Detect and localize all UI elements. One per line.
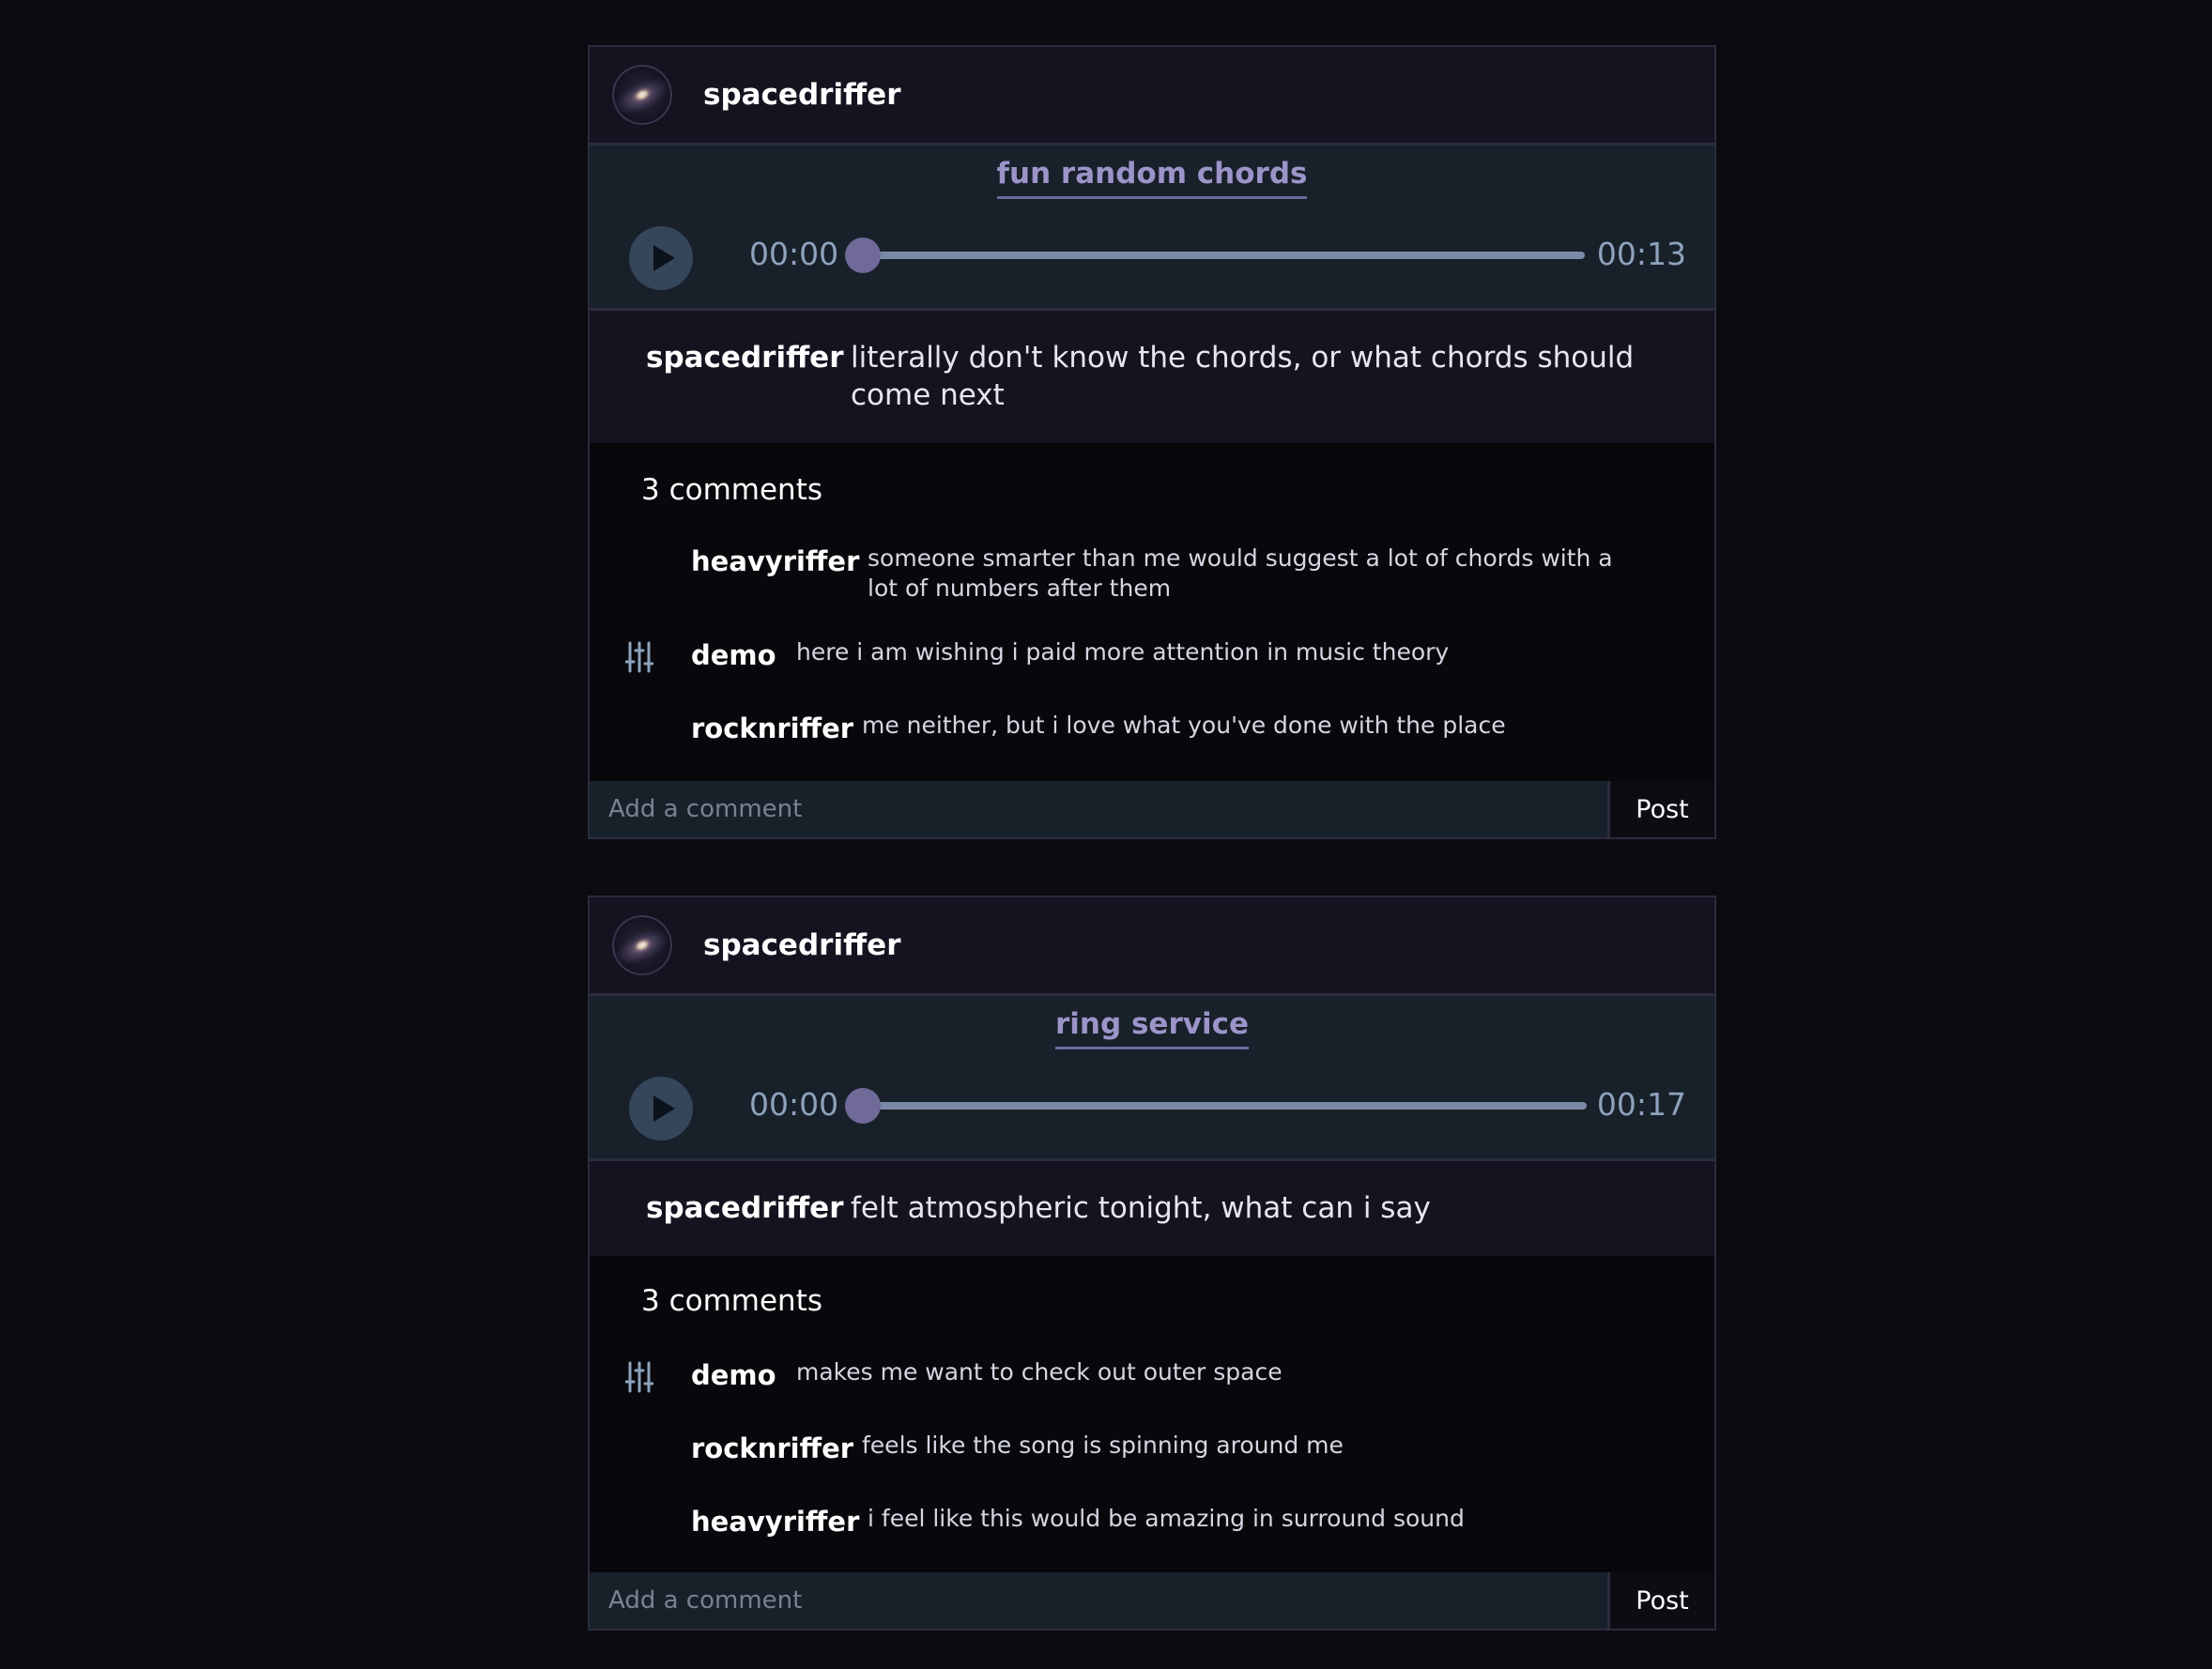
post-header: spacedriffer [590,897,1714,996]
post-comment-button[interactable]: Post [1607,1572,1714,1629]
track-title: fun random chords [590,157,1714,199]
seek-bar[interactable] [858,252,1585,259]
comment-text: someone smarter than me would suggest a … [868,544,1613,602]
audio-player: ring service 00:00 00:17 [590,996,1714,1161]
caption-text: literally don't know the chords, or what… [851,341,1635,412]
caption-user[interactable]: spacedriffer [646,339,851,376]
comment-text: me neither, but i love what you've done … [862,712,1506,739]
comment-user[interactable]: rocknriffer [691,712,853,744]
comment-user[interactable]: heavyriffer [691,1506,859,1538]
post-caption: spacedriffer literally don't know the ch… [590,311,1714,443]
caption-text: felt atmospheric tonight, what can i say [851,1191,1431,1225]
play-button[interactable] [629,1077,693,1141]
seek-bar[interactable] [858,1102,1587,1110]
comment-user[interactable]: demo [691,639,776,671]
track-title-text: ring service [1055,1007,1249,1049]
post-caption: spacedriffer felt atmospheric tonight, w… [590,1161,1714,1256]
comments-section: 3 comments heavyriffer someone smarter t… [590,443,1714,781]
mixer-sliders-icon [625,1361,653,1393]
comment-user[interactable]: demo [691,1359,776,1391]
play-button[interactable] [629,226,693,290]
add-comment-bar: Post [590,1572,1714,1629]
track-title: ring service [590,1007,1714,1049]
post-header: spacedriffer [590,47,1714,145]
post-comment-button[interactable]: Post [1607,781,1714,837]
comment-text: feels like the song is spinning around m… [862,1432,1344,1459]
mixer-sliders-icon [625,641,653,673]
avatar[interactable] [602,54,683,135]
add-comment-bar: Post [590,781,1714,837]
track-title-text: fun random chords [996,157,1308,199]
comments-count[interactable]: 3 comments [641,473,822,507]
comment-text: makes me want to check out outer space [796,1358,1283,1386]
comment-text: here i am wishing i paid more attention … [796,638,1450,666]
add-comment-input[interactable] [590,781,1607,837]
comments-count[interactable]: 3 comments [641,1284,822,1318]
comment-user[interactable]: heavyriffer [691,545,859,577]
avatar[interactable] [602,905,683,986]
author-name[interactable]: spacedriffer [703,928,901,962]
comment-user[interactable]: rocknriffer [691,1432,853,1464]
current-time: 00:00 [749,1086,839,1123]
duration: 00:13 [1596,236,1686,272]
seek-thumb[interactable] [845,1088,881,1124]
comments-section: 3 comments demo makes me want to check o… [590,1256,1714,1573]
seek-thumb[interactable] [845,237,881,273]
audio-player: fun random chords 00:00 00:13 [590,145,1714,311]
post-card: spacedriffer ring service 00:00 00:17 sp… [588,896,1716,1631]
duration: 00:17 [1596,1086,1686,1123]
post-card: spacedriffer fun random chords 00:00 00:… [588,45,1716,839]
caption-user[interactable]: spacedriffer [646,1189,851,1227]
current-time: 00:00 [749,236,839,272]
author-name[interactable]: spacedriffer [703,78,901,112]
comment-text: i feel like this would be amazing in sur… [868,1505,1465,1532]
add-comment-input[interactable] [590,1572,1607,1629]
